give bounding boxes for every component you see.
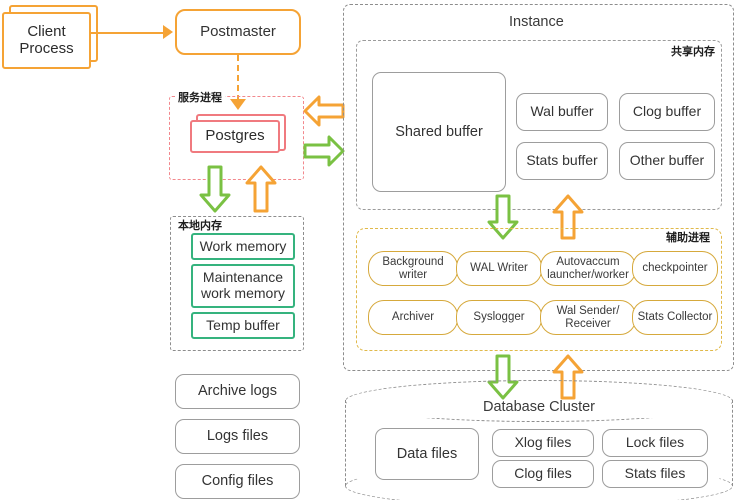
work-memory-label: Work memory xyxy=(199,237,287,254)
archive-logs-box[interactable]: Archive logs xyxy=(175,374,300,409)
postmaster-to-postgres-dashed-line xyxy=(237,55,239,101)
wal-buffer-label: Wal buffer xyxy=(530,103,594,120)
stats-collector-box[interactable]: Stats Collector xyxy=(632,300,718,335)
xlog-files-label: Xlog files xyxy=(514,434,572,451)
temp-buffer-box[interactable]: Temp buffer xyxy=(191,312,295,339)
shared-buffer-box[interactable]: Shared buffer xyxy=(372,72,506,192)
maintenance-work-memory-label-line1: Maintenance xyxy=(202,269,284,286)
shared-memory-group-label: 共享内存 xyxy=(671,46,715,58)
logs-files-box[interactable]: Logs files xyxy=(175,419,300,454)
archiver-label: Archiver xyxy=(391,311,435,324)
syslogger-box[interactable]: Syslogger xyxy=(456,300,542,335)
client-process-label-line1: Client xyxy=(27,22,66,40)
postgres-label: Postgres xyxy=(205,127,265,145)
stats-buffer-label: Stats buffer xyxy=(526,152,598,169)
clog-buffer-box[interactable]: Clog buffer xyxy=(619,93,715,131)
other-buffer-box[interactable]: Other buffer xyxy=(619,142,715,180)
maintenance-work-memory-box[interactable]: Maintenance work memory xyxy=(191,264,295,308)
lock-files-box[interactable]: Lock files xyxy=(602,429,708,457)
stats-collector-label: Stats Collector xyxy=(637,311,713,324)
stats-files-label: Stats files xyxy=(624,465,686,482)
stats-files-box[interactable]: Stats files xyxy=(602,460,708,488)
instance-to-postgres-arrow xyxy=(303,93,345,129)
wal-writer-label: WAL Writer xyxy=(470,262,528,275)
local-memory-group-label: 本地内存 xyxy=(175,221,225,232)
archiver-box[interactable]: Archiver xyxy=(368,300,458,335)
lock-files-label: Lock files xyxy=(625,434,685,451)
wal-writer-box[interactable]: WAL Writer xyxy=(456,251,542,286)
postmaster-box[interactable]: Postmaster xyxy=(175,9,301,55)
stats-buffer-box[interactable]: Stats buffer xyxy=(516,142,608,180)
postgres-box[interactable]: Postgres xyxy=(190,120,280,153)
checkpointer-box[interactable]: checkpointer xyxy=(632,251,718,286)
instance-title: Instance xyxy=(509,14,564,30)
client-process-box[interactable]: Client Process xyxy=(2,12,91,69)
clog-files-box[interactable]: Clog files xyxy=(492,460,594,488)
other-buffer-label: Other buffer xyxy=(629,152,705,169)
autovacuum-box[interactable]: Autovaccum launcher/worker xyxy=(540,251,636,286)
work-memory-box[interactable]: Work memory xyxy=(191,233,295,260)
background-writer-label-line1: Background xyxy=(382,255,444,268)
background-writer-box[interactable]: Background writer xyxy=(368,251,458,286)
background-writer-label-line2: writer xyxy=(398,268,428,281)
xlog-files-box[interactable]: Xlog files xyxy=(492,429,594,457)
client-process-label-line2: Process xyxy=(19,39,74,57)
temp-buffer-label: Temp buffer xyxy=(206,316,280,333)
archive-logs-label: Archive logs xyxy=(198,383,277,400)
clog-buffer-label: Clog buffer xyxy=(632,103,702,120)
autovacuum-label-line2: launcher/worker xyxy=(547,268,629,281)
wal-buffer-box[interactable]: Wal buffer xyxy=(516,93,608,131)
checkpointer-label: checkpointer xyxy=(642,262,708,275)
wal-sender-receiver-box[interactable]: Wal Sender/ Receiver xyxy=(540,300,636,335)
postgres-to-instance-arrow xyxy=(303,133,345,169)
postgres-to-local-memory-arrow xyxy=(197,165,233,213)
database-cluster-title: Database Cluster xyxy=(482,399,596,415)
client-to-postmaster-line xyxy=(91,32,165,34)
shared-buffer-label: Shared buffer xyxy=(395,123,483,140)
autovacuum-label-line1: Autovaccum xyxy=(556,255,620,268)
clog-files-label: Clog files xyxy=(514,465,572,482)
postgresql-architecture-diagram: Client Process Postmaster 服务进程 Postgres xyxy=(0,0,738,500)
aux-processes-group-label: 辅助进程 xyxy=(666,232,710,244)
wal-sender-receiver-label-line2: Receiver xyxy=(565,317,611,330)
data-files-label: Data files xyxy=(396,445,458,462)
service-process-group-label: 服务进程 xyxy=(175,93,225,104)
wal-sender-receiver-label-line1: Wal Sender/ xyxy=(556,304,620,317)
config-files-label: Config files xyxy=(201,473,274,490)
maintenance-work-memory-label-line2: work memory xyxy=(200,285,285,301)
syslogger-label: Syslogger xyxy=(473,311,525,324)
postmaster-label: Postmaster xyxy=(200,22,276,40)
local-memory-to-postgres-arrow xyxy=(243,165,279,213)
data-files-box[interactable]: Data files xyxy=(375,428,479,480)
client-to-postmaster-arrowhead xyxy=(163,25,173,39)
logs-files-label: Logs files xyxy=(206,428,269,445)
config-files-box[interactable]: Config files xyxy=(175,464,300,499)
